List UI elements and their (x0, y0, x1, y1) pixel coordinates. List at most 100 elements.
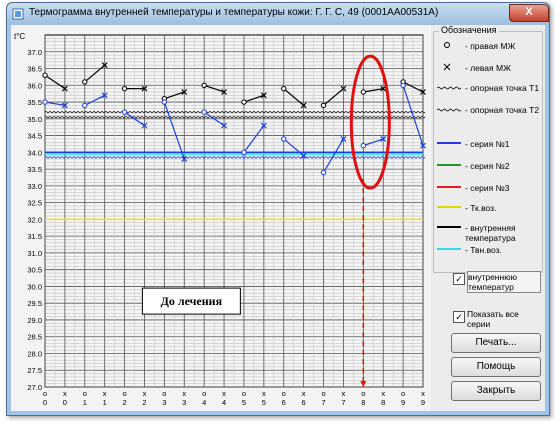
data-point-circle (241, 149, 247, 156)
circle-marker-icon (444, 42, 450, 48)
y-tick-label: 34.5 (27, 132, 42, 141)
annotation-text: До лечения (161, 294, 223, 308)
x-tick-symbol: x (421, 389, 425, 398)
x-tick-label: 7 (321, 398, 325, 407)
y-tick-label: 28.0 (27, 349, 42, 358)
x-tick-label: 7 (341, 398, 345, 407)
data-point-circle (82, 79, 88, 85)
legend-item-label: - Тк.воз. (465, 203, 497, 213)
legend-item-label: - Твн.воз. (465, 245, 502, 255)
title-bar[interactable]: Термограмма внутренней температуры и тем… (7, 3, 549, 25)
x-tick-symbol: o (43, 389, 47, 398)
legend-item-label: - опорная точка T2 (465, 105, 540, 115)
legend-item: - серия №1 (435, 137, 545, 159)
legend-item-label: - серия №3 (465, 183, 510, 193)
x-tick-label: 6 (302, 398, 306, 407)
cross-marker-icon (443, 63, 451, 71)
x-tick-symbol: x (103, 389, 107, 398)
legend-title: Обозначения (439, 25, 499, 35)
data-point-circle (360, 142, 367, 149)
legend-item: - опорная точка T2 (435, 103, 545, 125)
line-icon (437, 226, 461, 228)
y-tick-label: 32.5 (27, 199, 42, 208)
legend-item-label: - правая МЖ (465, 41, 516, 51)
data-point-circle (161, 99, 168, 105)
line-icon (437, 206, 461, 208)
x-tick-symbol: o (361, 389, 365, 398)
x-tick-symbol: x (302, 389, 306, 398)
x-tick-symbol: o (282, 389, 286, 398)
x-tick-symbol: o (162, 389, 166, 398)
y-tick-label: 27.0 (27, 383, 42, 392)
data-point-circle (82, 102, 88, 109)
x-tick-label: 2 (122, 398, 126, 407)
legend-item-label: - левая МЖ (465, 63, 511, 73)
legend-item: - опорная точка T1 (435, 81, 545, 103)
checkbox-internal-temp-box[interactable]: ✓ (453, 273, 465, 285)
legend-item-label: - серия №1 (465, 139, 510, 149)
close-window-button[interactable]: X (509, 4, 549, 22)
y-tick-label: 33.0 (27, 182, 42, 191)
x-tick-symbol: x (63, 389, 67, 398)
data-point-circle (320, 102, 327, 109)
wavy-line-icon (437, 86, 461, 90)
legend-item: - правая МЖ (435, 39, 545, 61)
data-point-circle (201, 109, 207, 115)
legend-item-label: - внутренняя температура (465, 223, 516, 243)
x-tick-label: 1 (83, 398, 87, 407)
x-tick-symbol: o (83, 389, 87, 398)
data-point-circle (42, 99, 48, 105)
x-tick-label: 2 (142, 398, 146, 407)
x-tick-label: 5 (262, 398, 266, 407)
y-tick-label: 37.0 (27, 48, 42, 57)
x-tick-symbol: o (242, 389, 246, 398)
x-tick-label: 3 (162, 398, 166, 407)
x-tick-symbol: x (342, 389, 346, 398)
legend-item: - Твн.воз. (435, 243, 545, 265)
x-tick-label: 4 (202, 398, 206, 407)
data-point-circle (121, 85, 128, 92)
x-tick-label: 6 (282, 398, 286, 407)
close-button[interactable]: Закрыть (451, 381, 541, 401)
data-point-circle (281, 85, 287, 92)
data-point-circle (281, 136, 287, 142)
checkbox-show-all-label: Показать все серии (467, 309, 519, 329)
y-tick-label: 31.5 (27, 232, 42, 241)
data-point-circle (42, 72, 48, 78)
client-area: 37.0 36.5 36.0 35.5 35.0 34.5 34.0 33.5 33.0 32.5… (11, 25, 545, 411)
y-axis-label: t°C (14, 32, 25, 41)
data-point-circle (400, 82, 406, 88)
y-tick-label: 30.5 (27, 266, 42, 275)
checkbox-show-all-box[interactable]: ✓ (453, 311, 465, 323)
legend-item: - серия №2 (435, 159, 545, 181)
x-tick-symbol: x (143, 389, 147, 398)
x-tick-label: 5 (242, 398, 246, 407)
x-tick-symbol: o (122, 389, 126, 398)
x-tick-label: 9 (421, 398, 425, 407)
print-button[interactable]: Печать... (451, 333, 541, 353)
line-icon (437, 248, 461, 250)
x-tick-symbol: x (381, 389, 385, 398)
y-tick-label: 34.0 (27, 148, 42, 157)
window-title: Термограмма внутренней температуры и тем… (29, 7, 439, 18)
thermogram-chart: 37.0 36.5 36.0 35.5 35.0 34.5 34.0 33.5 33.0 32.5… (11, 25, 431, 411)
data-point-circle (320, 169, 327, 176)
y-tick-label: 33.5 (27, 165, 42, 174)
legend-item-label: - опорная точка T1 (465, 83, 540, 93)
help-button[interactable]: Помощь (451, 357, 541, 377)
x-tick-label: 0 (43, 398, 47, 407)
x-tick-label: 3 (182, 398, 186, 407)
line-icon (437, 142, 461, 144)
y-tick-label: 36.5 (27, 65, 42, 74)
x-tick-label: 1 (103, 398, 107, 407)
y-tick-label: 35.5 (27, 98, 42, 107)
line-icon (437, 186, 461, 188)
y-tick-label: 36.0 (27, 81, 42, 90)
data-point-circle (360, 89, 367, 95)
app-window: Термограмма внутренней температуры и тем… (6, 2, 550, 416)
legend-item: - внутренняя температура (435, 221, 545, 243)
x-tick-label: 0 (63, 398, 67, 407)
line-icon (437, 164, 461, 166)
legend-item: - серия №3 (435, 181, 545, 203)
x-tick-label: 8 (381, 398, 385, 407)
